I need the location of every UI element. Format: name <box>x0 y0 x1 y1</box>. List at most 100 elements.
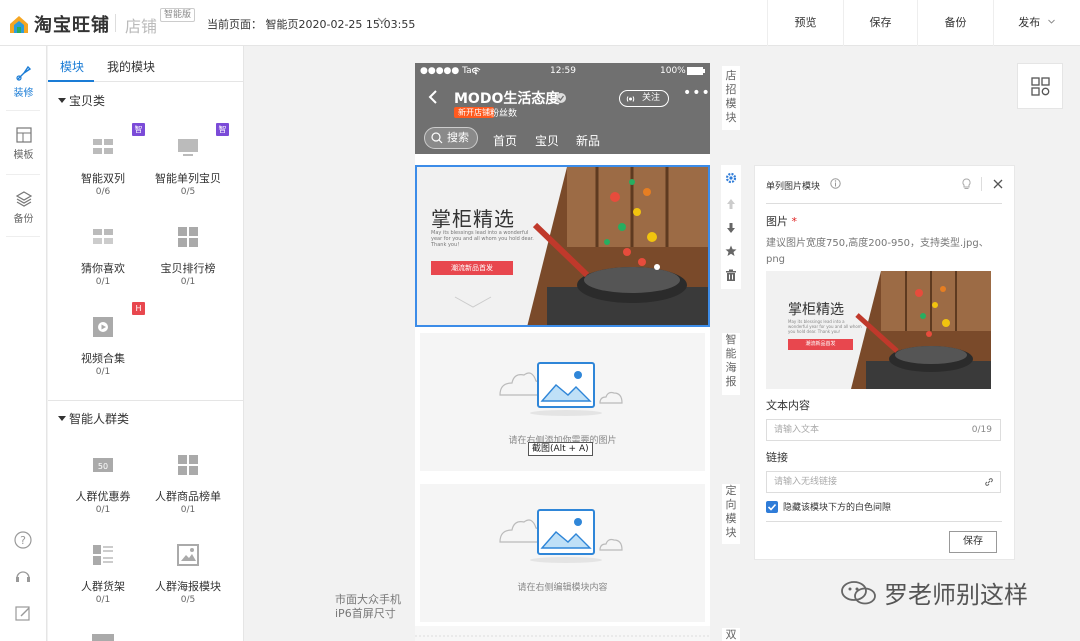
phone-nav-home[interactable]: 首页 <box>493 132 517 149</box>
grid-icon <box>177 226 199 248</box>
module-count: 0/1 <box>95 595 111 605</box>
trash-icon[interactable] <box>725 269 737 281</box>
image-label: 图片 * <box>766 215 797 228</box>
search-label: 搜索 <box>447 131 469 144</box>
widget-grid-icon <box>1031 77 1050 96</box>
phone-nav-items[interactable]: 宝贝 <box>535 132 559 149</box>
nav-item-template[interactable]: 模板 <box>0 126 47 161</box>
logo[interactable]: 淘宝旺铺 <box>8 11 110 37</box>
watermark: 罗老师别这样 <box>840 575 1028 610</box>
wok-image <box>851 271 991 389</box>
text-content-placeholder: 请输入文本 <box>774 425 820 435</box>
top-bar: 淘宝旺铺 店铺 智能版 当前页面： 智能页2020-02-25 15:03:55… <box>0 0 1080 46</box>
module-count: 0/1 <box>95 277 111 287</box>
image-placeholder-module[interactable]: 请在右侧添加你需要的图片 截图(Alt + A) <box>420 333 705 471</box>
shop-header[interactable]: ●●●●● Tao 12:59 100% MODO生活态度 新开店铺 粉丝数 关… <box>415 63 710 154</box>
module-crowd-shelf[interactable]: 人群货架 0/1 <box>58 544 148 606</box>
backup-button[interactable]: 备份 <box>917 0 993 46</box>
headset-icon[interactable] <box>13 566 33 586</box>
module-count: 0/5 <box>180 187 196 197</box>
edit-placeholder-module[interactable]: 请在右侧编辑模块内容 <box>420 484 705 622</box>
module-smart-single[interactable]: 智能单列宝贝 0/5 <box>143 136 233 198</box>
link-input[interactable]: 请输入无线链接 <box>766 471 1001 493</box>
module-name: 人群优惠券 <box>75 490 131 503</box>
layers-icon <box>15 191 32 207</box>
side-label-partial[interactable]: 双 <box>722 628 740 641</box>
tab-my-modules[interactable]: 我的模块 <box>107 58 155 75</box>
device-note-line: iP6首屏尺寸 <box>335 607 396 620</box>
text-content-input[interactable]: 请输入文本 0/19 <box>766 419 1001 441</box>
star-icon[interactable] <box>725 245 737 257</box>
module-count: 0/1 <box>95 505 111 515</box>
logo-text: 淘宝旺铺 <box>34 15 110 36</box>
active-tab-underline <box>48 80 94 82</box>
watermark-text: 罗老师别这样 <box>884 581 1028 609</box>
checkbox-checked <box>766 500 778 513</box>
video-icon <box>92 316 114 338</box>
bulb-icon[interactable] <box>961 178 972 190</box>
nav-item-decorate[interactable]: 装修 <box>0 64 47 99</box>
module-panel: 模块 我的模块 宝贝类 智能双列 0/6 智 智能单列宝贝 0/5 智 猜你喜欢… <box>48 46 244 641</box>
help-icon[interactable]: ? <box>13 530 33 550</box>
module-crowd-poster[interactable]: 人群海报模块 0/5 <box>143 544 233 606</box>
module-crowd-ranking[interactable]: 人群商品榜单 0/1 <box>143 454 233 516</box>
close-icon[interactable] <box>993 179 1003 189</box>
module-name: 猜你喜欢 <box>81 262 125 275</box>
double-column-icon <box>92 136 114 158</box>
partial-module-pattern <box>415 635 710 637</box>
module-name: 智能单列宝贝 <box>155 172 221 185</box>
layout-widget-button[interactable] <box>1017 63 1063 109</box>
link-icon[interactable] <box>984 477 994 487</box>
device-note: 市面大众手机 iP6首屏尺寸 <box>335 593 401 621</box>
nav-label: 备份 <box>13 214 34 225</box>
properties-save-button[interactable]: 保存 <box>949 531 997 553</box>
module-name: 智能双列 <box>81 172 125 185</box>
follow-label: 关注 <box>641 93 660 103</box>
left-nav: 装修 模板 备份 ? <box>0 46 47 641</box>
module-smart-double[interactable]: 智能双列 0/6 <box>58 136 148 198</box>
nav-item-backup[interactable]: 备份 <box>0 190 47 225</box>
follow-button[interactable]: 关注 <box>619 90 669 107</box>
gear-icon[interactable] <box>725 172 737 184</box>
module-count: 0/5 <box>180 595 196 605</box>
shop-text: 店铺 <box>125 17 158 36</box>
image-placeholder-icon <box>499 362 623 416</box>
tab-modules[interactable]: 模块 <box>60 58 84 75</box>
uploaded-image-preview[interactable]: 掌柜精选 May its blessings lead into a wonde… <box>766 271 991 389</box>
side-label-shop-sign[interactable]: 店招模块 <box>722 66 740 130</box>
preview-button[interactable]: 预览 <box>767 0 843 46</box>
section-title-crowd[interactable]: 智能人群类 <box>58 410 129 427</box>
guess-like-icon <box>92 226 114 248</box>
selected-banner-module[interactable]: 掌柜精选 May its blessings lead into a wonde… <box>415 165 710 327</box>
smart-badge: 智 <box>216 123 229 136</box>
module-crowd-coupon[interactable]: 50 人群优惠券 0/1 <box>58 454 148 516</box>
placeholder-text: 请在右侧编辑模块内容 <box>517 583 608 593</box>
divider <box>115 14 116 32</box>
side-label-smart-poster[interactable]: 智能海报 <box>722 333 740 395</box>
arrow-up-icon[interactable] <box>725 198 737 210</box>
edit-icon[interactable] <box>13 604 33 624</box>
module-ranking[interactable]: 宝贝排行榜 0/1 <box>143 226 233 288</box>
more-icon[interactable]: ••• <box>683 85 711 101</box>
properties-panel: 单列图片模块 图片 * 建议图片宽度750,高度200-950，支持类型.jpg… <box>754 165 1015 560</box>
hot-badge: H <box>132 302 145 315</box>
publish-button[interactable]: 发布 <box>993 0 1080 46</box>
module-video-collection[interactable]: 视频合集 0/1 <box>58 316 148 378</box>
module-count: 0/1 <box>180 277 196 287</box>
section-title-items[interactable]: 宝贝类 <box>58 92 105 109</box>
module-guess-like[interactable]: 猜你喜欢 0/1 <box>58 226 148 288</box>
single-column-icon <box>177 136 199 158</box>
arrow-down-icon[interactable] <box>725 222 737 234</box>
hide-gap-checkbox[interactable]: 隐藏该模块下方的白色间隙 <box>766 500 891 513</box>
save-button[interactable]: 保存 <box>843 0 917 46</box>
shop-name: MODO生活态度 <box>454 91 560 107</box>
back-icon[interactable] <box>427 89 439 105</box>
svg-text:?: ? <box>20 534 26 547</box>
chevron-down-icon[interactable] <box>376 14 388 29</box>
phone-nav-new[interactable]: 新品 <box>576 132 600 149</box>
phone-search[interactable]: 搜索 <box>424 127 478 149</box>
side-label-targeted[interactable]: 定向模块 <box>722 484 740 544</box>
info-icon[interactable] <box>830 178 841 189</box>
banner-cta: 潮流新品首发 <box>431 261 513 275</box>
publish-label: 发布 <box>1018 16 1041 29</box>
